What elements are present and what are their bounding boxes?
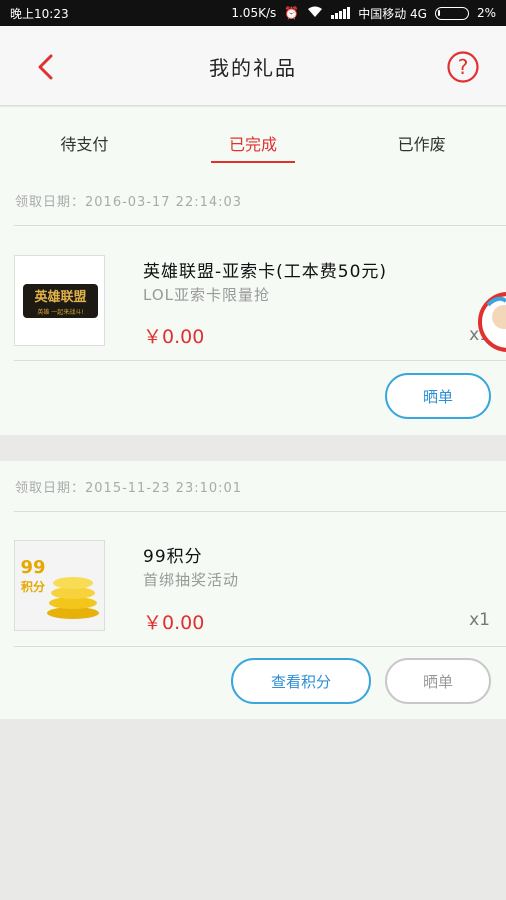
- order-card: 领取日期：2016-03-17 22:14:03 英雄联盟 英雄 一起来战斗! …: [0, 167, 506, 435]
- order-date: 领取日期：2015-11-23 23:10:01: [15, 481, 243, 496]
- page-title: 我的礼品: [209, 56, 297, 80]
- tab-bar: 待支付 已完成 已作废: [0, 107, 506, 167]
- product-description: 首绑抽奖活动: [143, 571, 240, 589]
- help-button[interactable]: ?: [446, 50, 480, 84]
- divider: [14, 360, 506, 361]
- view-points-button[interactable]: 查看积分: [231, 658, 371, 704]
- thumb-points-number: 99: [20, 557, 45, 578]
- order-card: 领取日期：2015-11-23 23:10:01 99 积分 99积分 首绑抽奖…: [0, 461, 506, 719]
- product-thumbnail[interactable]: 英雄联盟 英雄 一起来战斗!: [14, 255, 105, 346]
- tab-completed[interactable]: 已完成: [169, 107, 338, 167]
- thumb-logo-text: 英雄联盟: [33, 289, 86, 305]
- alarm-icon: ⏰: [284, 6, 300, 20]
- battery-icon: [434, 6, 469, 20]
- product-quantity: x1: [469, 610, 490, 630]
- thumb-subtext: 英雄 一起来战斗!: [37, 308, 83, 316]
- tab-voided[interactable]: 已作废: [337, 107, 506, 167]
- signal-icon: [331, 7, 351, 19]
- status-right: 1.05K/s ⏰ 中国移动 4G 2%: [231, 5, 496, 22]
- product-description: LOL亚索卡限量抢: [143, 286, 270, 304]
- product-thumbnail[interactable]: 99 积分: [14, 540, 105, 631]
- floating-mascot-button[interactable]: [478, 287, 506, 357]
- mascot-icon: [478, 292, 506, 352]
- share-order-button[interactable]: 晒单: [385, 658, 491, 704]
- status-time: 晚上10:23: [10, 6, 69, 21]
- tab-pending-payment[interactable]: 待支付: [0, 107, 169, 167]
- divider: [14, 225, 506, 226]
- battery-level: 2%: [476, 6, 496, 20]
- svg-text:?: ?: [458, 55, 469, 79]
- status-bar: 晚上10:23 1.05K/s ⏰ 中国移动 4G 2%: [0, 0, 506, 26]
- product-price: ￥0.00: [143, 326, 205, 348]
- divider: [14, 511, 506, 512]
- app-header: 我的礼品 ?: [0, 26, 506, 106]
- product-name: 英雄联盟-亚索卡(工本费50元): [143, 262, 388, 282]
- carrier-label: 中国移动 4G: [358, 6, 427, 21]
- network-speed: 1.05K/s: [231, 6, 277, 20]
- product-price: ￥0.00: [143, 612, 205, 634]
- divider: [14, 646, 506, 647]
- order-date: 领取日期：2016-03-17 22:14:03: [15, 195, 243, 210]
- share-order-button[interactable]: 晒单: [385, 373, 491, 419]
- product-name: 99积分: [143, 547, 203, 567]
- question-icon: ?: [447, 51, 479, 83]
- wifi-icon: [307, 6, 323, 21]
- thumb-points-label: 积分: [21, 579, 45, 594]
